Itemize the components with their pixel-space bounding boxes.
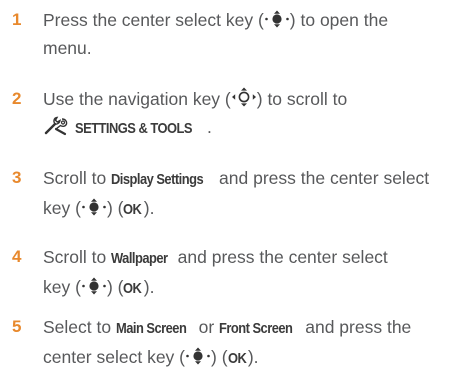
step-text: Scroll to Wallpaper and press the center… xyxy=(43,243,448,303)
step-number: 2 xyxy=(12,89,22,108)
settings-tools-icon xyxy=(43,116,69,144)
menu-name: SETTINGS & TOOLS xyxy=(75,120,192,137)
menu-option: Main Screen xyxy=(115,320,187,337)
step-text: Scroll to Display Settings and press the… xyxy=(43,164,448,224)
instruction-steps: 1 Press the center select key () to open… xyxy=(0,0,455,372)
ok-softkey-label: OK xyxy=(227,350,247,367)
ok-softkey-label: OK xyxy=(123,280,142,297)
step-number: 1 xyxy=(12,10,22,29)
step-text: Select to Main Screen or Front Screen an… xyxy=(43,313,448,373)
step-number: 3 xyxy=(12,168,22,187)
navigation-key-icon xyxy=(231,87,257,107)
step-text: Use the navigation key () to scroll to S… xyxy=(43,85,448,144)
ok-softkey-label: OK xyxy=(123,201,142,218)
menu-option: Display Settings xyxy=(111,171,204,188)
menu-option: Wallpaper xyxy=(111,250,168,267)
center-select-key-icon xyxy=(81,277,107,295)
step-number: 5 xyxy=(12,317,22,336)
step-text: Press the center select key () to open t… xyxy=(43,10,389,58)
menu-option: Front Screen xyxy=(219,320,293,337)
center-select-key-icon xyxy=(264,10,290,28)
center-select-key-icon xyxy=(185,347,211,365)
step-number: 4 xyxy=(12,247,22,266)
center-select-key-icon xyxy=(81,198,107,216)
